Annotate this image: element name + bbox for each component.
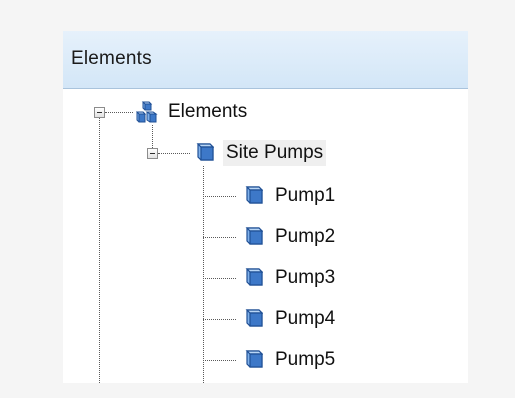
tree-node-label: Pump5 <box>275 349 336 370</box>
tree-node-elements[interactable]: Elements <box>135 98 250 126</box>
tree-node-pump[interactable]: Pump3 <box>243 264 338 292</box>
cube-icon <box>243 185 264 207</box>
screenshot-frame: Elements Elements Site Pumps Pump1 Pump2… <box>0 0 515 398</box>
tree-connector <box>203 166 204 383</box>
tree-connector <box>203 319 236 320</box>
cube-icon <box>194 142 215 164</box>
tree-connector <box>203 360 236 361</box>
cube-icon <box>243 349 264 371</box>
cube-icon <box>243 226 264 248</box>
tree-node-label: Site Pumps <box>223 140 327 166</box>
site-pumps-expander[interactable] <box>147 148 158 159</box>
tree-node-label: Pump3 <box>275 267 336 288</box>
tree-node-pump[interactable]: Pump2 <box>243 223 338 251</box>
panel-header: Elements <box>63 31 468 89</box>
tree-connector <box>152 125 153 148</box>
tree-node-label: Elements <box>168 101 248 122</box>
tree-node-label: Pump1 <box>275 185 336 206</box>
tree-node-pump[interactable]: Pump5 <box>243 346 338 374</box>
tree-node-label: Pump2 <box>275 226 336 247</box>
tree-connector <box>105 112 133 113</box>
cubes-group-icon <box>135 101 158 123</box>
panel-title: Elements <box>71 48 152 69</box>
tree-node-site-pumps[interactable]: Site Pumps <box>194 139 327 167</box>
root-expander[interactable] <box>94 107 105 118</box>
tree-connector <box>99 117 100 383</box>
elements-panel: Elements Elements Site Pumps Pump1 Pump2… <box>63 31 468 383</box>
tree-connector <box>203 237 236 238</box>
tree-connector <box>203 196 236 197</box>
tree-node-label: Pump4 <box>275 308 336 329</box>
tree-node-pump[interactable]: Pump4 <box>243 305 338 333</box>
element-tree: Elements Site Pumps Pump1 Pump2 Pump3 Pu… <box>63 89 468 383</box>
tree-node-pump[interactable]: Pump1 <box>243 182 338 210</box>
tree-connector <box>203 278 236 279</box>
cube-icon <box>243 308 264 330</box>
tree-connector <box>158 153 190 154</box>
cube-icon <box>243 267 264 289</box>
